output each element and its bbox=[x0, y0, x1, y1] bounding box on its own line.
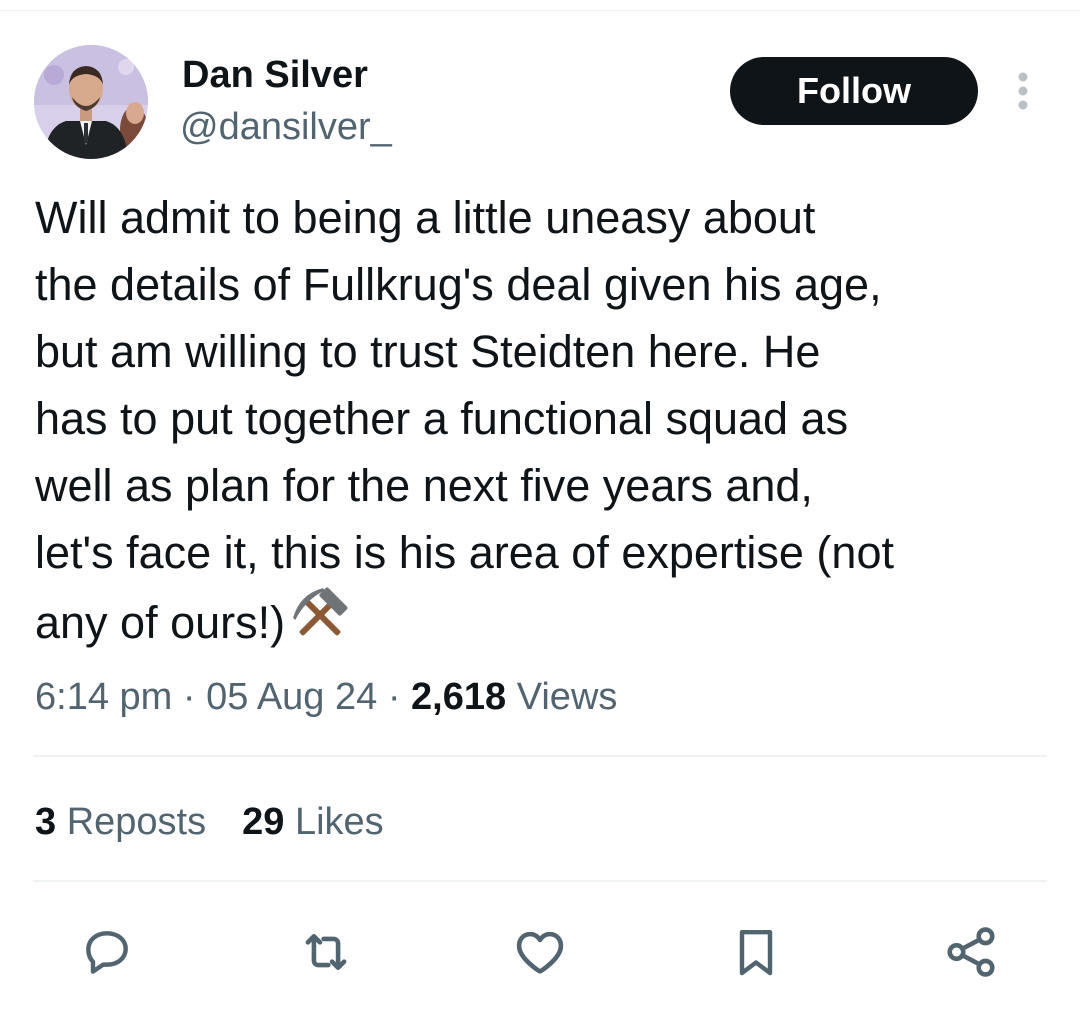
reposts-link[interactable]: 3 Reposts bbox=[35, 801, 206, 843]
divider bbox=[33, 755, 1047, 757]
tweet-text: Will admit to being a little uneasy abou… bbox=[35, 184, 1065, 662]
views-label: Views bbox=[516, 676, 618, 718]
views-count: 2,618 bbox=[411, 676, 507, 718]
tweet-meta: 6:14 pm · 05 Aug 24 · 2,618 Views bbox=[35, 673, 617, 721]
meta-separator: · bbox=[387, 676, 401, 718]
likes-link[interactable]: 29 Likes bbox=[242, 801, 384, 843]
more-vertical-icon bbox=[1018, 72, 1028, 110]
tweet-body: Will admit to being a little uneasy abou… bbox=[35, 192, 894, 648]
bookmark-button[interactable] bbox=[724, 920, 788, 984]
author-display-name[interactable]: Dan Silver bbox=[182, 52, 368, 98]
bookmark-icon bbox=[739, 929, 773, 976]
reposts-label: Reposts bbox=[66, 801, 207, 843]
divider bbox=[33, 880, 1047, 882]
like-button[interactable] bbox=[508, 920, 572, 984]
repost-button[interactable] bbox=[294, 920, 358, 984]
follow-button[interactable]: Follow bbox=[730, 57, 978, 125]
reposts-count: 3 bbox=[35, 801, 57, 843]
engagement-stats: 3 Reposts 29 Likes bbox=[35, 798, 384, 846]
tweet-date[interactable]: 05 Aug 24 bbox=[206, 676, 377, 718]
more-options-button[interactable] bbox=[1008, 70, 1038, 112]
reply-button[interactable] bbox=[75, 920, 139, 984]
hammer-and-pick-icon bbox=[291, 586, 349, 662]
reply-icon bbox=[86, 931, 128, 974]
top-divider bbox=[0, 10, 1080, 11]
author-handle[interactable]: @dansilver_ bbox=[180, 104, 392, 150]
like-icon bbox=[516, 931, 564, 974]
likes-label: Likes bbox=[294, 801, 384, 843]
repost-icon bbox=[305, 933, 347, 971]
avatar-photo bbox=[34, 45, 148, 159]
avatar[interactable] bbox=[34, 45, 148, 159]
share-button[interactable] bbox=[939, 920, 1003, 984]
share-icon bbox=[947, 927, 995, 977]
meta-separator: · bbox=[182, 676, 196, 718]
likes-count: 29 bbox=[242, 801, 285, 843]
tweet-detail: Dan Silver @dansilver_ Follow Will admit… bbox=[0, 0, 1080, 1017]
tweet-time[interactable]: 6:14 pm bbox=[35, 676, 172, 718]
